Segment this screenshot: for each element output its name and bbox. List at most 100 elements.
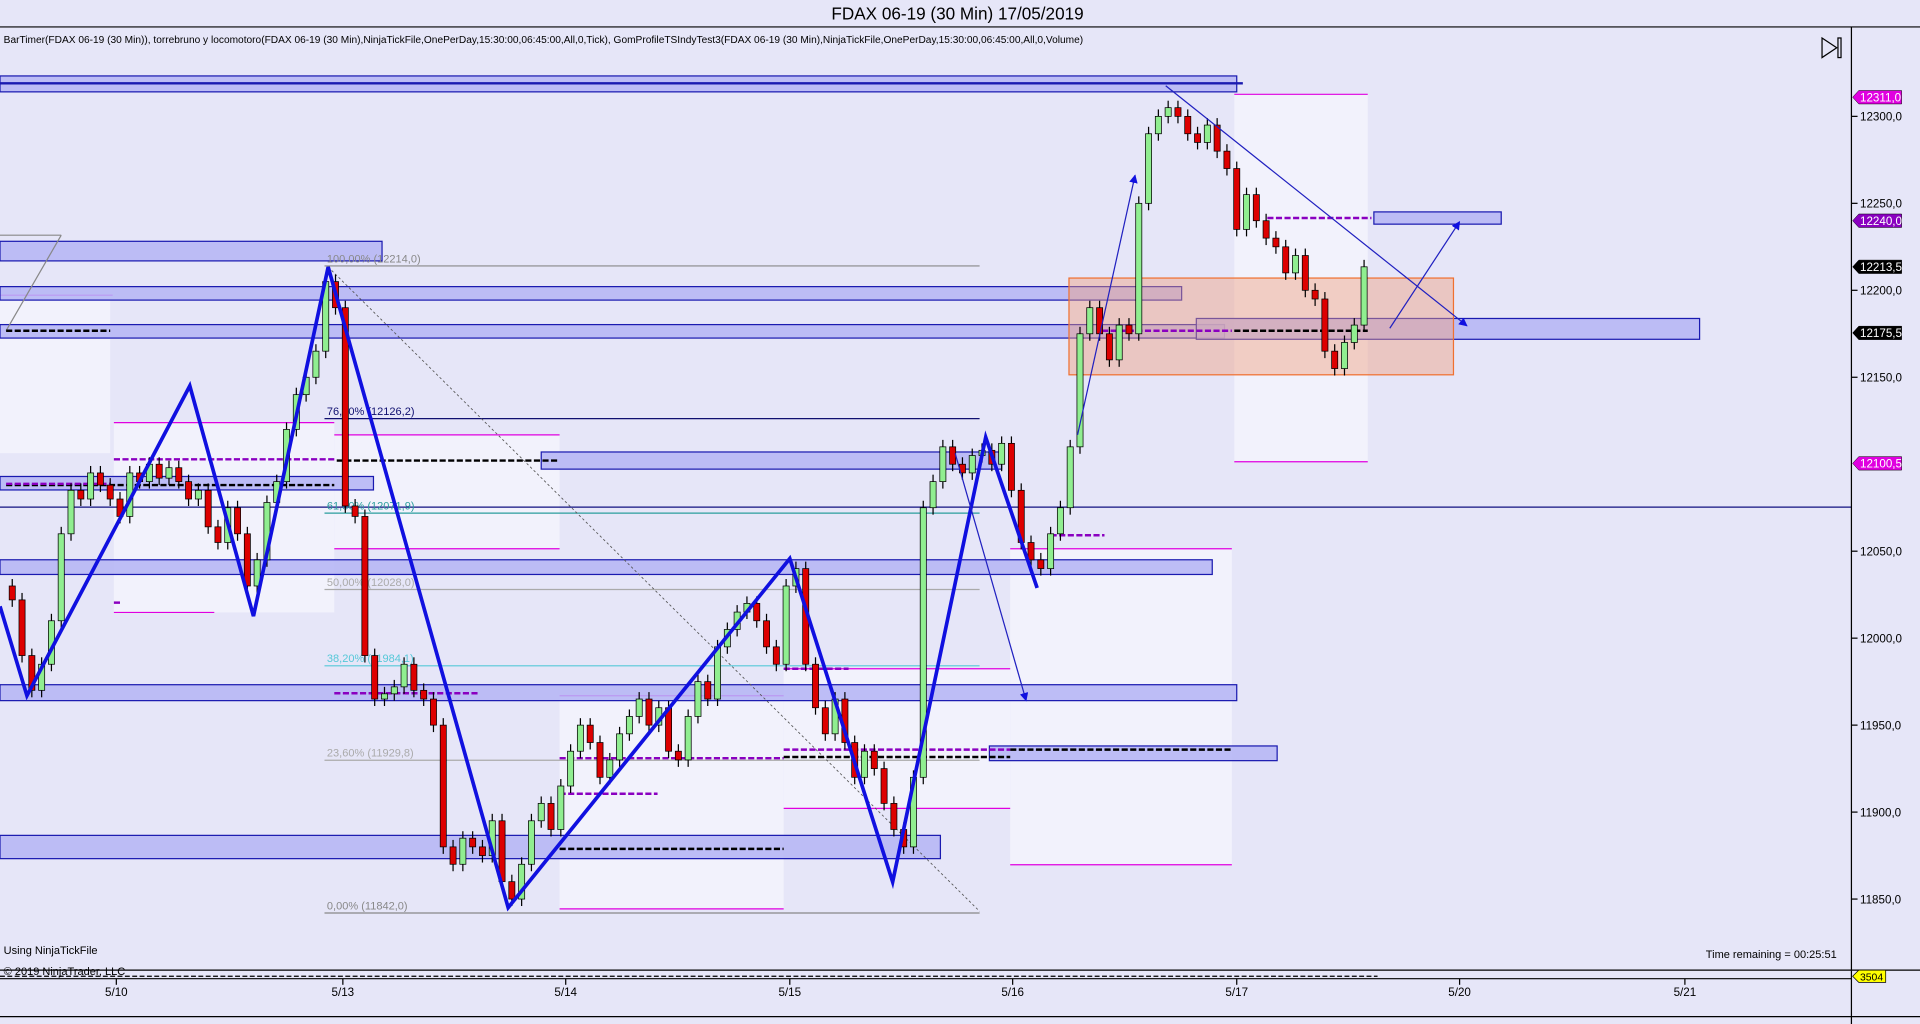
candle[interactable]	[1360, 259, 1368, 333]
candle-body	[18, 599, 26, 656]
candle-body	[949, 446, 957, 465]
x-tick-label: 5/13	[332, 986, 355, 999]
candle-body	[1164, 107, 1172, 117]
candle-body	[1027, 542, 1035, 561]
candle[interactable]	[1047, 526, 1055, 576]
candle-body	[361, 516, 369, 656]
candle-body	[469, 837, 477, 848]
candle-body	[57, 533, 65, 622]
candle-body	[1115, 324, 1123, 361]
candle[interactable]	[1243, 187, 1250, 237]
candle[interactable]	[18, 592, 26, 663]
candle[interactable]	[57, 526, 65, 628]
candle[interactable]	[1301, 248, 1309, 298]
x-tick-label: 5/21	[1674, 986, 1697, 999]
candle[interactable]	[1008, 436, 1015, 498]
candle-body	[763, 620, 770, 648]
candle[interactable]	[567, 744, 575, 793]
candle-body	[1086, 307, 1094, 335]
fib-level-label: 23,60% (11929,8)	[327, 748, 414, 760]
candle[interactable]	[518, 857, 526, 907]
candle-body	[861, 750, 868, 778]
candle-body	[1272, 237, 1280, 248]
candle[interactable]	[596, 735, 604, 785]
candle[interactable]	[694, 674, 702, 724]
candle-body	[929, 481, 937, 509]
candle-body	[998, 442, 1006, 465]
x-tick-label: 5/16	[1001, 986, 1024, 999]
candle[interactable]	[1135, 196, 1143, 341]
candle[interactable]	[939, 439, 947, 489]
volume-marker-label: 3504	[1860, 973, 1883, 984]
fib-level-label: 0,00% (11842,0)	[327, 900, 408, 912]
indicators-line: BarTimer(FDAX 06-19 (30 Min)), torrebrun…	[4, 35, 1083, 46]
price-marker: 12100,5	[1852, 456, 1902, 471]
candle[interactable]	[67, 483, 75, 541]
candle-body	[586, 724, 594, 743]
candle-body	[939, 446, 947, 482]
candle-body	[165, 467, 173, 479]
candle-body	[439, 724, 447, 848]
candle[interactable]	[812, 657, 819, 715]
price-marker: 12240,0	[1852, 213, 1903, 228]
candle[interactable]	[528, 813, 535, 872]
zone-rect	[988, 745, 1278, 762]
candle-body	[968, 455, 976, 474]
zone-rect	[1373, 211, 1502, 225]
candle-body	[8, 585, 16, 601]
candle[interactable]	[1145, 126, 1152, 211]
candle-body	[1184, 115, 1192, 135]
candle-body	[194, 489, 202, 500]
candle-body	[635, 698, 643, 717]
candle-body	[821, 707, 829, 735]
candle-body	[576, 724, 584, 752]
candle[interactable]	[439, 718, 447, 854]
candle-body	[351, 505, 359, 517]
candle-body	[390, 686, 398, 695]
data-source-text: Using NinjaTickFile	[4, 945, 98, 957]
price-marker: 12175,5	[1852, 325, 1902, 340]
candle-body	[684, 716, 692, 761]
candle[interactable]	[204, 483, 212, 534]
candle-body	[890, 803, 898, 830]
x-tick-label: 5/17	[1225, 986, 1248, 999]
y-tick-label: 12150,0	[1860, 372, 1903, 385]
candle[interactable]	[1321, 292, 1329, 359]
y-tick-label: 12300,0	[1860, 111, 1903, 124]
candle-body	[880, 768, 888, 804]
y-tick-label: 12000,0	[1860, 632, 1903, 645]
chart-window[interactable]: FDAX 06-19 (30 Min) 17/05/2019 BarTimer(…	[0, 0, 1920, 1024]
window-title: FDAX 06-19 (30 Min) 17/05/2019	[831, 4, 1083, 24]
candle[interactable]	[361, 509, 369, 663]
zone-rect	[0, 684, 1238, 702]
y-tick-label: 12250,0	[1860, 198, 1903, 211]
candle-body	[77, 489, 85, 500]
candle-body	[1008, 442, 1015, 491]
y-tick-label: 12050,0	[1860, 545, 1903, 558]
candle-body	[870, 750, 878, 769]
candle[interactable]	[880, 761, 888, 811]
candle-body	[1047, 533, 1055, 569]
candle-body	[1066, 446, 1074, 509]
candle[interactable]	[557, 779, 565, 837]
candle-body	[674, 750, 682, 761]
price-marker-label: 12100,5	[1860, 458, 1902, 471]
zone-rect	[0, 240, 383, 262]
candle-body	[1096, 307, 1104, 335]
candle-body	[479, 846, 486, 856]
zone-rect	[540, 451, 1003, 470]
candle[interactable]	[1066, 439, 1074, 515]
candle[interactable]	[1233, 161, 1241, 237]
price-marker: 12311,0	[1852, 90, 1902, 105]
candle-body	[714, 646, 721, 700]
candle-body	[772, 646, 780, 665]
x-tick-label: 5/14	[554, 986, 577, 999]
candle[interactable]	[782, 579, 790, 672]
candle-body	[1321, 298, 1329, 352]
candle-body	[1282, 246, 1290, 274]
candle[interactable]	[684, 709, 692, 767]
candle-body	[1252, 194, 1260, 222]
candle[interactable]	[371, 648, 379, 706]
candle[interactable]	[1115, 318, 1123, 367]
candle-body	[753, 603, 761, 622]
